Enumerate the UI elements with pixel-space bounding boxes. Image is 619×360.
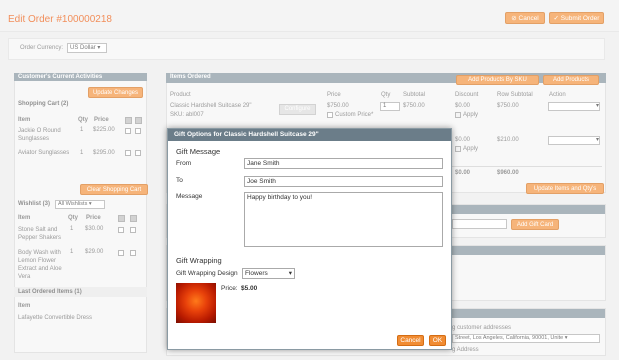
gift-options-modal: Gift Options for Classic Hardshell Suitc… <box>167 128 452 350</box>
wrapping-design-label: Gift Wrapping Design <box>176 270 238 277</box>
message-textarea[interactable]: Happy birthday to you! <box>244 192 443 247</box>
gift-wrapping-heading: Gift Wrapping <box>176 256 222 265</box>
wrapping-design-select[interactable]: Flowers ▾ <box>242 268 295 279</box>
message-label: Message <box>176 193 203 200</box>
wrapping-price-value: $5.00 <box>241 285 258 292</box>
flower-wrapping-image <box>176 283 216 323</box>
to-input[interactable]: Joe Smith <box>244 176 443 187</box>
chevron-down-icon: ▾ <box>288 270 292 277</box>
wrapping-price-label: Price: <box>221 285 238 292</box>
wrapping-design-value: Flowers <box>245 270 268 277</box>
order-edit-page: Edit Order #100000218 ⊘ Cancel ✓ Submit … <box>0 0 619 360</box>
modal-ok-button[interactable]: OK <box>429 335 446 346</box>
from-input[interactable]: Jane Smith <box>244 158 443 169</box>
to-label: To <box>176 177 183 184</box>
modal-title: Gift Options for Classic Hardshell Suitc… <box>168 129 451 141</box>
from-label: From <box>176 160 192 167</box>
modal-cancel-button[interactable]: Cancel <box>397 335 424 346</box>
gift-message-heading: Gift Message <box>176 147 221 156</box>
